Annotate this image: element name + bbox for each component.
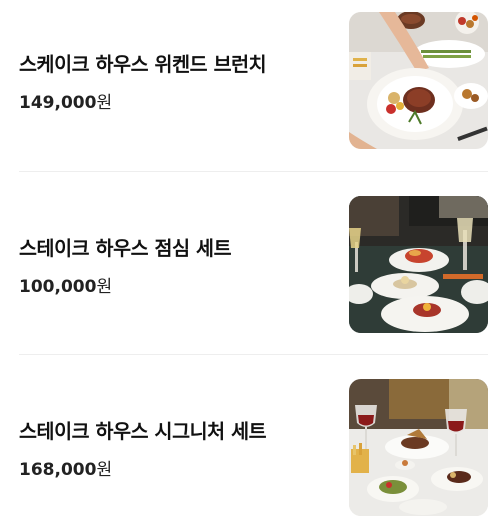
menu-item-photo[interactable]: [349, 12, 488, 149]
price-unit: 원: [96, 277, 113, 297]
menu-item-name: 스케이크 하우스 위켄드 브런치: [19, 53, 267, 76]
steak-brunch-photo: [349, 12, 488, 149]
price-value: 168,000: [19, 460, 97, 480]
menu-item-photo[interactable]: [349, 379, 488, 516]
price-value: 149,000: [19, 93, 97, 113]
menu-item-signature-set[interactable]: 스테이크 하우스 시그니처 세트 168,000원: [0, 375, 499, 525]
price-unit: 원: [96, 460, 113, 480]
lunch-set-photo: [349, 196, 488, 333]
menu-item-price: 149,000원: [19, 88, 112, 113]
menu-item-name: 스테이크 하우스 점심 세트: [19, 237, 232, 260]
divider: [19, 354, 488, 355]
menu-item-photo[interactable]: [349, 196, 488, 333]
menu-list: 스케이크 하우스 위켄드 브런치 149,000원 스테이크 하우스 점심 세트…: [0, 0, 499, 524]
signature-set-photo: [349, 379, 488, 516]
price-value: 100,000: [19, 277, 97, 297]
menu-item-name: 스테이크 하우스 시그니처 세트: [19, 420, 267, 443]
menu-item-price: 100,000원: [19, 272, 112, 297]
menu-item-weekend-brunch[interactable]: 스케이크 하우스 위켄드 브런치 149,000원: [0, 8, 499, 158]
divider: [19, 171, 488, 172]
menu-item-price: 168,000원: [19, 455, 112, 480]
price-unit: 원: [96, 93, 113, 113]
menu-item-lunch-set[interactable]: 스테이크 하우스 점심 세트 100,000원: [0, 192, 499, 342]
